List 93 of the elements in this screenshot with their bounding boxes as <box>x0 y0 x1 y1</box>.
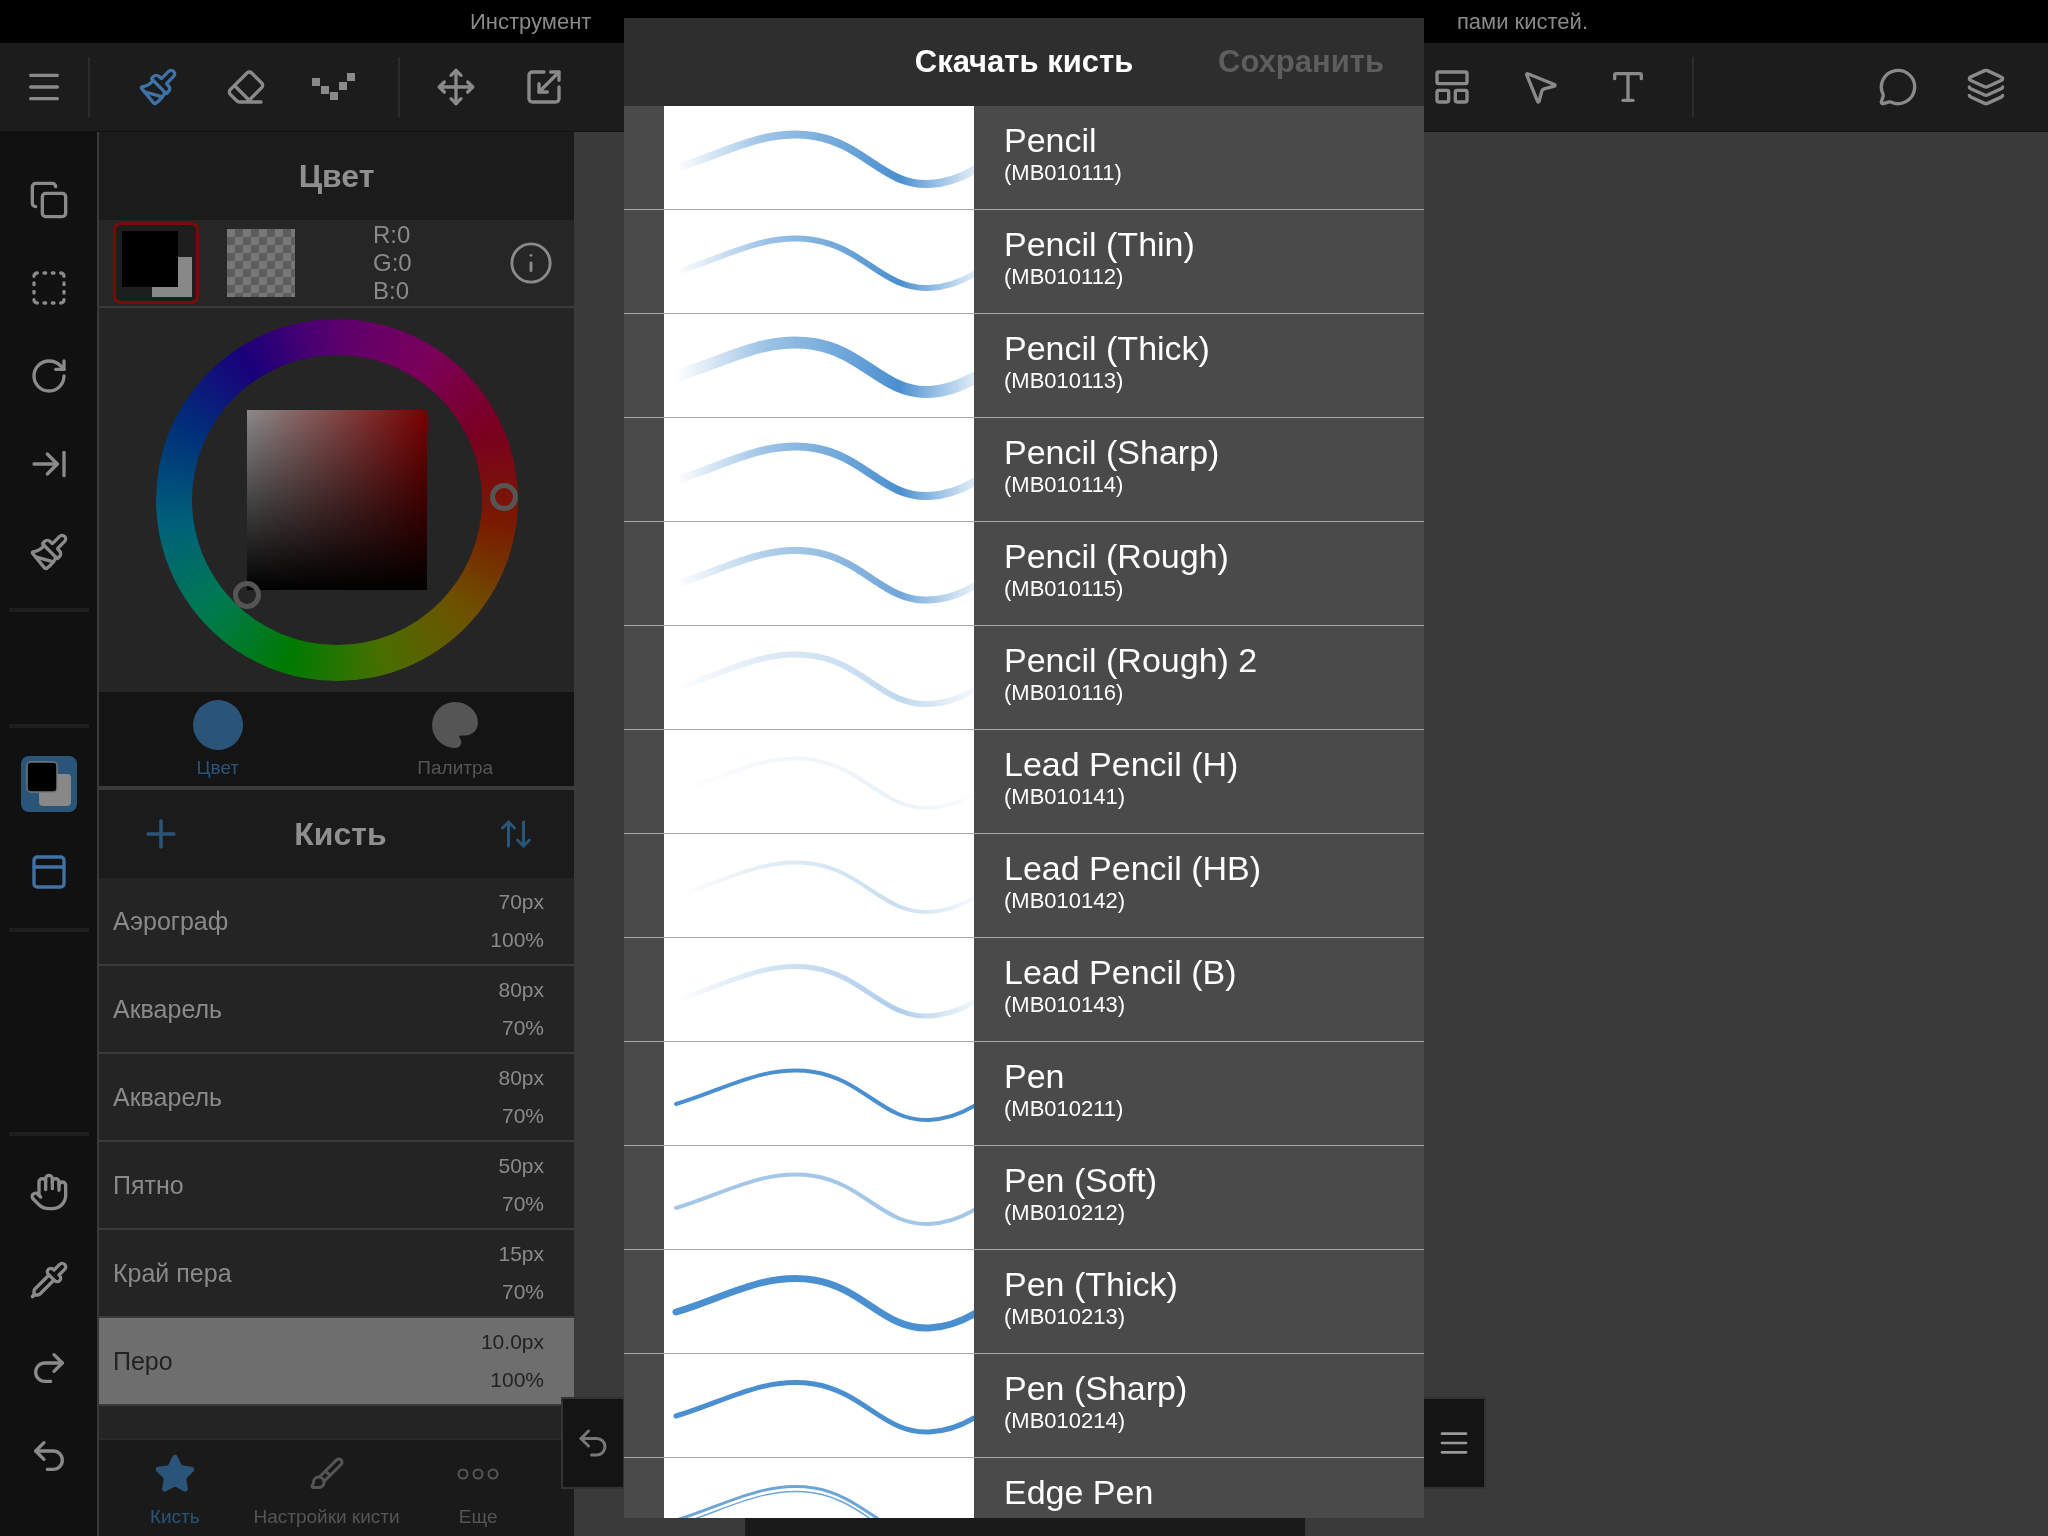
circle-icon <box>192 700 243 750</box>
layers-icon[interactable] <box>1966 67 2006 107</box>
brush-title: Pencil (Rough) <box>1004 536 1229 576</box>
brush-opacity: 70% <box>501 1192 544 1216</box>
brush-download-row[interactable]: Pencil (Rough) 2 (MB010116) <box>624 626 1424 730</box>
brush-code: (MB010115) <box>1004 576 1125 602</box>
brush-title: Pencil <box>1004 120 1098 160</box>
brush-title: Pencil (Thin) <box>1004 224 1195 264</box>
panel-title: Цвет <box>297 157 376 195</box>
brush-icon[interactable] <box>138 67 178 107</box>
brush-download-row[interactable]: Pencil (Thick) (MB010113) <box>624 314 1424 418</box>
brush-name: Пятно <box>113 1170 184 1200</box>
speech-bubble-icon[interactable] <box>1878 67 1918 107</box>
brush-title: Lead Pencil (H) <box>1004 744 1239 784</box>
hue-handle[interactable] <box>489 483 518 511</box>
brush-download-row[interactable]: Edge Pen <box>624 1458 1424 1518</box>
transparent-swatch[interactable] <box>227 229 295 297</box>
transform-icon[interactable] <box>524 67 564 107</box>
brush-download-row[interactable]: Pen (Soft) (MB010212) <box>624 1146 1424 1250</box>
brush-opacity: 70% <box>501 1104 544 1128</box>
brush-code: (MB010114) <box>1004 472 1125 498</box>
move-icon[interactable] <box>436 67 476 107</box>
more-icon <box>457 1468 500 1480</box>
brush-title: Pen <box>1004 1056 1066 1096</box>
brush-name: Акварель <box>113 1082 223 1112</box>
brush-title: Pencil (Rough) 2 <box>1004 640 1258 680</box>
brush-code: (MB010141) <box>1004 784 1127 810</box>
brush-icon[interactable] <box>28 532 69 572</box>
layout-icon[interactable] <box>1432 67 1472 107</box>
hint-text: пами кистей. <box>1456 8 1588 35</box>
brush-name: Перо <box>113 1346 173 1376</box>
brush-size: 50px <box>498 1154 544 1178</box>
brush-title: Pen (Sharp) <box>1004 1368 1188 1408</box>
brush-download-row[interactable]: Pencil (Rough) (MB010115) <box>624 522 1424 626</box>
brush-code: (MB010213) <box>1004 1304 1127 1330</box>
rgb-value: G:0 <box>373 249 413 277</box>
copy-icon[interactable] <box>28 180 69 220</box>
brush-opacity: 70% <box>501 1016 544 1040</box>
brush-code: (MB010212) <box>1004 1200 1127 1226</box>
palette-icon <box>430 700 481 750</box>
brush-download-row[interactable]: Pencil (Thin) (MB010112) <box>624 210 1424 314</box>
dots-icon[interactable] <box>312 72 356 102</box>
brush-code: (MB010211) <box>1004 1096 1124 1122</box>
brush-title: Pen (Thick) <box>1004 1264 1178 1304</box>
brush-code: (MB010112) <box>1004 264 1125 290</box>
brush-size: 80px <box>498 1066 544 1090</box>
brush-code: (MB010142) <box>1004 888 1127 914</box>
brush-code: (MB010116) <box>1004 680 1125 706</box>
brush-download-row[interactable]: Lead Pencil (HB) (MB010142) <box>624 834 1424 938</box>
brush-title: Pencil (Thick) <box>1004 328 1210 368</box>
hint-text: Инструмент <box>470 8 592 35</box>
brush-opacity: 100% <box>490 928 544 952</box>
brush-name: Край пера <box>113 1258 232 1288</box>
panel-title: Кисть <box>293 815 388 853</box>
brush-size: 80px <box>498 978 544 1002</box>
brush-name: Акварель <box>113 994 223 1024</box>
brush-download-row[interactable]: Pen (MB010211) <box>624 1042 1424 1146</box>
brush-title: Pencil (Sharp) <box>1004 432 1220 472</box>
color-swatch-icon[interactable] <box>20 756 77 812</box>
brush-size: 15px <box>498 1242 544 1266</box>
brush-download-row[interactable]: Pencil (Sharp) (MB010114) <box>624 418 1424 522</box>
brush-code: (MB010111) <box>1004 160 1122 186</box>
hand-icon[interactable] <box>28 1172 69 1212</box>
brush-name: Аэрограф <box>113 906 229 936</box>
brush-title: Lead Pencil (HB) <box>1004 848 1261 888</box>
brush-download-row[interactable]: Pen (Sharp) (MB010214) <box>624 1354 1424 1458</box>
brush-code: (MB010214) <box>1004 1408 1127 1434</box>
brush-opacity: 70% <box>501 1280 544 1304</box>
brush-download-row[interactable]: Lead Pencil (H) (MB010141) <box>624 730 1424 834</box>
shade-handle[interactable] <box>232 581 261 609</box>
brush-download-row[interactable]: Lead Pencil (B) (MB010143) <box>624 938 1424 1042</box>
eyedropper-icon[interactable] <box>28 1260 69 1300</box>
brush-icon <box>308 1456 345 1492</box>
brush-size: 10.0px <box>480 1330 544 1354</box>
rgb-value: R:0 <box>373 221 412 249</box>
brush-title: Lead Pencil (B) <box>1004 952 1237 992</box>
brush-code: (MB010113) <box>1004 368 1125 394</box>
brush-opacity: 100% <box>490 1368 544 1392</box>
brush-download-row[interactable]: Pen (Thick) (MB010213) <box>624 1250 1424 1354</box>
brush-title: Edge Pen <box>1004 1472 1154 1512</box>
brush-size: 70px <box>498 890 544 914</box>
eraser-icon[interactable] <box>226 67 266 107</box>
dialog-title: Скачать кисть <box>914 44 1134 80</box>
menu-button[interactable] <box>1422 1397 1486 1489</box>
brush-code: (MB010143) <box>1004 992 1127 1018</box>
main-color-swatch[interactable] <box>113 222 199 304</box>
brush-download-row[interactable]: Pencil (MB010111) <box>624 106 1424 210</box>
saturation-square[interactable] <box>246 410 427 590</box>
undo-button[interactable] <box>561 1397 625 1489</box>
star-icon <box>153 1453 196 1495</box>
brush-title: Pen (Soft) <box>1004 1160 1158 1200</box>
info-icon[interactable] <box>508 240 554 286</box>
rgb-value: B:0 <box>373 277 411 305</box>
